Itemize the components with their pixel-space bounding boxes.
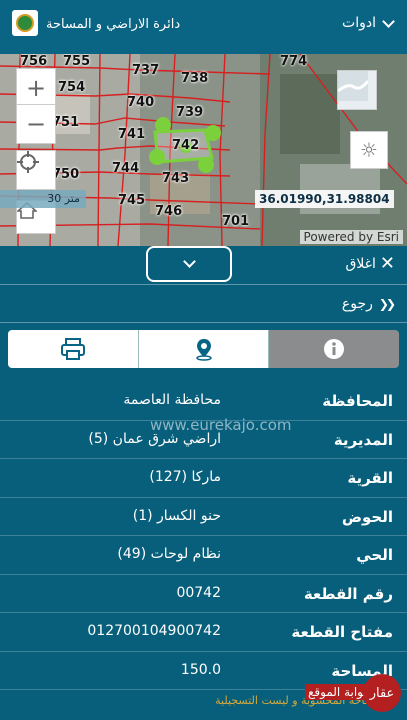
detail-value: محافظة العاصمة — [123, 392, 221, 408]
detail-value: 150.0 — [180, 661, 221, 678]
detail-label: الحي — [356, 546, 393, 564]
divider — [0, 284, 407, 285]
detail-label: مفتاح القطعة — [291, 623, 393, 641]
brand-logo: عقار — [363, 674, 401, 712]
detail-label: المديرية — [333, 430, 393, 449]
detail-row-parcel-key: مفتاح القطعة 01270010490074​2 — [0, 613, 407, 652]
close-button[interactable]: اغلاق ✕ — [345, 253, 395, 274]
parcel-label: 741 — [118, 127, 146, 142]
detail-value: ماركا (127) — [149, 469, 221, 485]
parcel-label: 745 — [118, 193, 146, 208]
top-bar: دائرة الاراضي و المساحة ادوات — [0, 0, 407, 54]
parcel-label: 744 — [112, 161, 140, 176]
detail-value: 01270010490074​2 — [87, 623, 221, 639]
panel-tabs — [8, 330, 399, 368]
crosshair-icon — [17, 151, 39, 173]
parcel-label: 756 — [20, 54, 48, 69]
parcel-label: 737 — [132, 63, 160, 78]
parcel-label: 740 — [127, 95, 155, 110]
detail-label: الحوض — [341, 507, 393, 526]
tools-menu[interactable]: ادوات — [342, 14, 395, 31]
double-chevron-right-icon: ❯❯ — [378, 297, 396, 311]
parcel-label: 750 — [52, 167, 80, 182]
divider — [0, 322, 407, 323]
parcel-label: 755 — [63, 54, 91, 69]
parcel-label: 751 — [52, 115, 80, 130]
back-button[interactable]: رجوع ❯❯ — [341, 296, 396, 312]
detail-label: رقم القطعة — [303, 584, 393, 603]
detail-label: القرية — [347, 469, 393, 487]
locate-me-button[interactable] — [16, 150, 56, 190]
detail-row-governorate: المحافظة محافظة العاصمة — [0, 382, 407, 421]
zoom-out-button[interactable]: − — [16, 104, 56, 144]
parcel-label: 743 — [162, 171, 190, 186]
map-view[interactable]: 756 755 737 738 774 754 740 739 751 741 … — [0, 54, 407, 246]
back-label: رجوع — [341, 296, 373, 312]
parcel-label: 754 — [58, 80, 86, 95]
print-icon — [60, 338, 85, 360]
parcel-label: 701 — [222, 214, 250, 229]
collapse-panel-button[interactable] — [146, 246, 232, 282]
department-logo — [12, 10, 38, 36]
basemap-toggle-button[interactable] — [337, 70, 377, 110]
selected-parcel-label: 742 — [172, 138, 200, 153]
sun-icon: ☼ — [360, 138, 378, 162]
tools-label: ادوات — [342, 15, 376, 31]
basemap-thumbnail-icon — [338, 71, 368, 101]
tab-info[interactable] — [269, 330, 399, 368]
detail-value: حنو الكسار (1) — [132, 507, 221, 524]
tab-print[interactable] — [8, 330, 139, 368]
location-pin-icon — [195, 339, 212, 361]
map-attribution[interactable]: Powered by Esri — [299, 230, 403, 244]
watermark: www.eurekajo.com — [150, 416, 292, 434]
detail-value: نظام لوحات (49) — [117, 546, 221, 562]
tab-location[interactable] — [138, 330, 270, 368]
scale-bar: 30 متر — [0, 190, 86, 208]
parcel-label: 774 — [280, 54, 308, 69]
brand-text: بوابة الموقع — [305, 684, 370, 700]
detail-row-basin: الحوض حنو الكسار (1) — [0, 498, 407, 536]
coordinates-readout: 36.01990,31.98804 — [255, 190, 394, 208]
close-icon: ✕ — [379, 253, 395, 274]
detail-row-neighborhood: الحي نظام لوحات (49) — [0, 536, 407, 575]
parcel-label: 746 — [155, 204, 183, 219]
parcel-label: 739 — [176, 105, 204, 120]
brand-badge: بوابة الموقع عقار — [303, 674, 403, 714]
detail-value: 00742 — [176, 584, 221, 601]
brightness-button[interactable]: ☼ — [350, 131, 388, 169]
chevron-down-icon — [182, 255, 196, 268]
detail-row-parcel-number: رقم القطعة 00742 — [0, 575, 407, 613]
detail-label: المحافظة — [322, 392, 393, 410]
department-title: دائرة الاراضي و المساحة — [46, 17, 181, 32]
detail-row-village: القرية ماركا (127) — [0, 459, 407, 498]
close-label: اغلاق — [345, 255, 376, 272]
zoom-in-button[interactable]: + — [16, 68, 56, 108]
parcel-info-panel: اغلاق ✕ رجوع ❯❯ المحافظة محافظة العاصمة ا… — [0, 246, 407, 720]
parcel-label: 738 — [181, 71, 209, 86]
chevron-down-icon — [382, 14, 395, 28]
info-icon — [324, 339, 345, 359]
